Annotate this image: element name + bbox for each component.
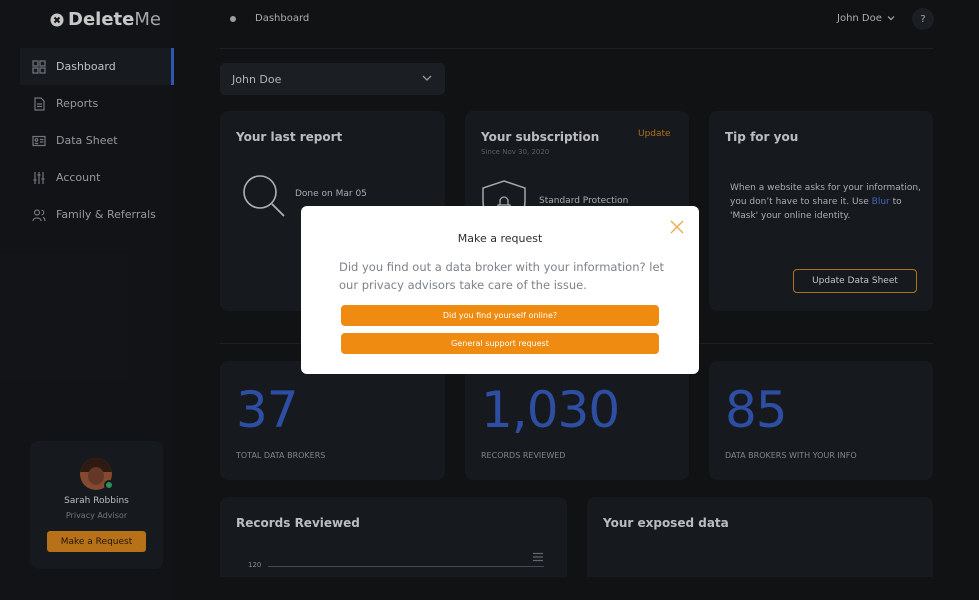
modal-description: Did you find out a data broker with your… xyxy=(339,260,665,292)
general-support-request-button[interactable]: General support request xyxy=(341,333,659,354)
modal-title: Make a request xyxy=(457,232,543,245)
make-request-modal: Make a request Did you find out a data b… xyxy=(301,206,699,374)
find-yourself-online-button[interactable]: Did you find yourself online? xyxy=(341,305,659,326)
